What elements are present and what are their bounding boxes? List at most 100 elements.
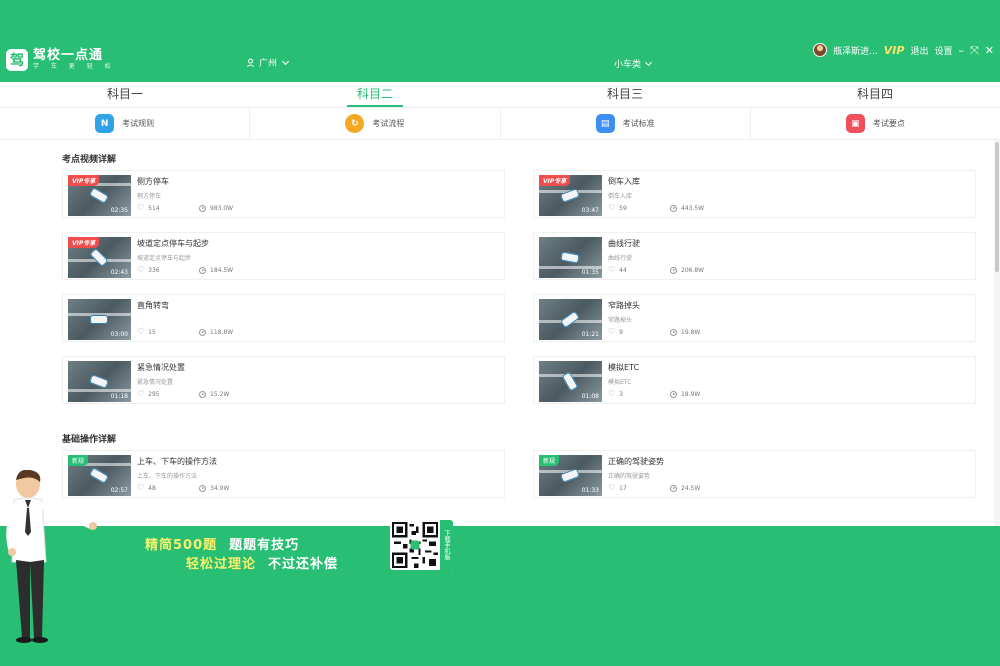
play-count-icon [670,204,677,212]
avatar[interactable] [813,43,828,57]
heart-icon[interactable]: ♡ [608,266,615,274]
play-count-icon [199,328,206,336]
video-card[interactable]: VIP专享 02:43 坡道定点停车与起步 坡道定点停车与起步 ♡ 336 184.5W [62,232,505,280]
app-logo: 驾 驾校一点通 学 车 更 轻 松 [6,48,116,71]
video-badge: 新规 [68,455,89,466]
close-icon[interactable]: ✕ [985,45,994,56]
main-panel: 科目一 科目二 科目三 科目四 N 考试规则 ↻ 考试流程 ▤ 考试标准 ▣ 考… [0,82,1000,526]
subnav-label: 考试标准 [622,119,655,128]
video-card[interactable]: 01:35 曲线行驶 曲线行驶 ♡ 44 206.8W [533,232,976,280]
logo-icon: 驾 [6,48,28,71]
car-type-selector[interactable]: 小车类 [614,57,653,70]
video-duration: 01:35 [581,269,599,276]
tab-subject-3[interactable]: 科目三 [500,82,750,107]
car-type-label: 小车类 [614,60,642,70]
video-card[interactable]: 01:21 窄路掉头 窄路掉头 ♡ 9 19.8W [533,294,976,342]
video-subtitle: 模拟ETC [608,379,632,386]
subnav-exam-rules[interactable]: N 考试规则 [0,108,251,139]
heart-icon[interactable]: ♡ [608,484,615,492]
app-name: 驾校一点通 [33,48,104,63]
city-label: 广州 [259,59,278,69]
video-title: 正确的驾驶姿势 [608,457,664,466]
view-count: 18.9W [681,390,701,398]
video-badge: VIP专享 [539,175,571,186]
subject-tabs: 科目一 科目二 科目三 科目四 [0,82,1000,108]
like-count: 295 [148,390,160,398]
vip-badge[interactable]: VIP [884,44,905,57]
video-thumbnail[interactable]: VIP专享 03:47 [539,175,602,216]
subnav-exam-flow[interactable]: ↻ 考试流程 [250,108,501,139]
video-card[interactable]: VIP专享 03:47 倒车入库 倒车入库 ♡ 59 443.5W [533,170,976,218]
video-title: 直角转弯 [137,301,169,310]
video-card[interactable]: 03:00 直角转弯 ♡ 15 118.8W [62,294,505,342]
video-card[interactable]: 新规 02:57 上车、下车的操作方法 上车、下车的操作方法 ♡ 48 34.9W [62,450,505,498]
heart-icon[interactable]: ♡ [137,484,144,492]
heart-icon[interactable]: ♡ [137,328,144,336]
like-count: 336 [148,266,160,274]
tab-subject-2[interactable]: 科目二 [250,82,500,107]
video-subtitle: 正确的驾驶姿势 [608,473,651,480]
video-thumbnail[interactable]: 01:18 [68,361,131,402]
video-card[interactable]: VIP专享 02:35 侧方停车 侧方停车 ♡ 514 983.0W [62,170,505,218]
download-qr[interactable]: 下载手机版 [390,520,453,570]
video-subtitle: 上车、下车的操作方法 [137,473,198,480]
video-duration: 03:47 [581,207,599,214]
video-badge: 新规 [539,455,560,466]
heart-icon[interactable]: ♡ [608,204,615,212]
video-duration: 02:43 [110,269,128,276]
video-card[interactable]: 01:08 模拟ETC 模拟ETC ♡ 3 18.9W [533,356,976,404]
logout-link[interactable]: 退出 [910,44,928,57]
slogan-highlight: 轻松过理论 [186,557,257,572]
video-thumbnail[interactable]: 01:08 [539,361,602,402]
slogan-highlight: 精简500题 [145,538,218,553]
tab-subject-4[interactable]: 科目四 [750,82,1000,107]
scrollbar-thumb[interactable] [995,142,999,272]
city-selector[interactable]: 广州 [246,56,290,69]
video-thumbnail[interactable]: 新规 01:33 [539,455,602,496]
video-thumbnail[interactable]: 01:21 [539,299,602,340]
tab-subject-1[interactable]: 科目一 [0,82,250,107]
video-thumbnail[interactable]: 01:35 [539,237,602,278]
subnav-exam-keypoints[interactable]: ▣ 考试要点 [751,108,1000,139]
section-title-basics: 基础操作详解 [62,435,117,445]
app-slogan: 学 车 更 轻 松 [33,63,116,70]
video-badge: VIP专享 [68,237,100,248]
video-thumbnail[interactable]: 03:00 [68,299,131,340]
video-thumbnail[interactable]: VIP专享 02:35 [68,175,131,216]
view-count: 15.2W [210,390,230,398]
keypoint-icon: ▣ [845,114,865,133]
heart-icon[interactable]: ♡ [137,266,144,274]
view-count: 983.0W [210,204,234,212]
heart-icon[interactable]: ♡ [608,390,615,398]
subnav-label: 考试流程 [372,119,405,128]
video-title: 坡道定点停车与起步 [137,239,209,248]
view-count: 19.8W [681,328,701,336]
video-title: 曲线行驶 [608,239,640,248]
view-count: 24.5W [681,484,701,492]
subnav-exam-standard[interactable]: ▤ 考试标准 [501,108,751,139]
scrollbar[interactable] [994,140,1000,526]
video-title: 紧急情况处置 [137,363,185,372]
video-card[interactable]: 01:18 紧急情况处置 紧急情况处置 ♡ 295 15.2W [62,356,505,404]
video-duration: 01:33 [581,487,599,494]
like-count: 48 [148,484,156,492]
slogan-text: 不过还补偿 [268,557,339,572]
video-title: 侧方停车 [137,177,169,186]
minimize-icon[interactable]: – [958,45,964,56]
view-count: 184.5W [210,266,234,274]
heart-icon[interactable]: ♡ [137,390,144,398]
like-count: 514 [148,204,160,212]
heart-icon[interactable]: ♡ [137,204,144,212]
like-count: 17 [619,484,627,492]
video-title: 模拟ETC [608,363,640,372]
username[interactable]: 瓶泽斯进... [833,44,878,57]
promo-banner[interactable]: 精简500题 题题有技巧 轻松过理论 不过还补偿 下载手机版 [0,520,1000,666]
video-duration: 01:18 [110,393,128,400]
view-count: 443.5W [681,204,705,212]
chevron-down-icon [281,57,290,65]
settings-link[interactable]: 设置 [934,44,952,57]
maximize-icon[interactable]: ⤧ [970,45,979,56]
video-card[interactable]: 新规 01:33 正确的驾驶姿势 正确的驾驶姿势 ♡ 17 24.5W [533,450,976,498]
heart-icon[interactable]: ♡ [608,328,615,336]
video-thumbnail[interactable]: VIP专享 02:43 [68,237,131,278]
